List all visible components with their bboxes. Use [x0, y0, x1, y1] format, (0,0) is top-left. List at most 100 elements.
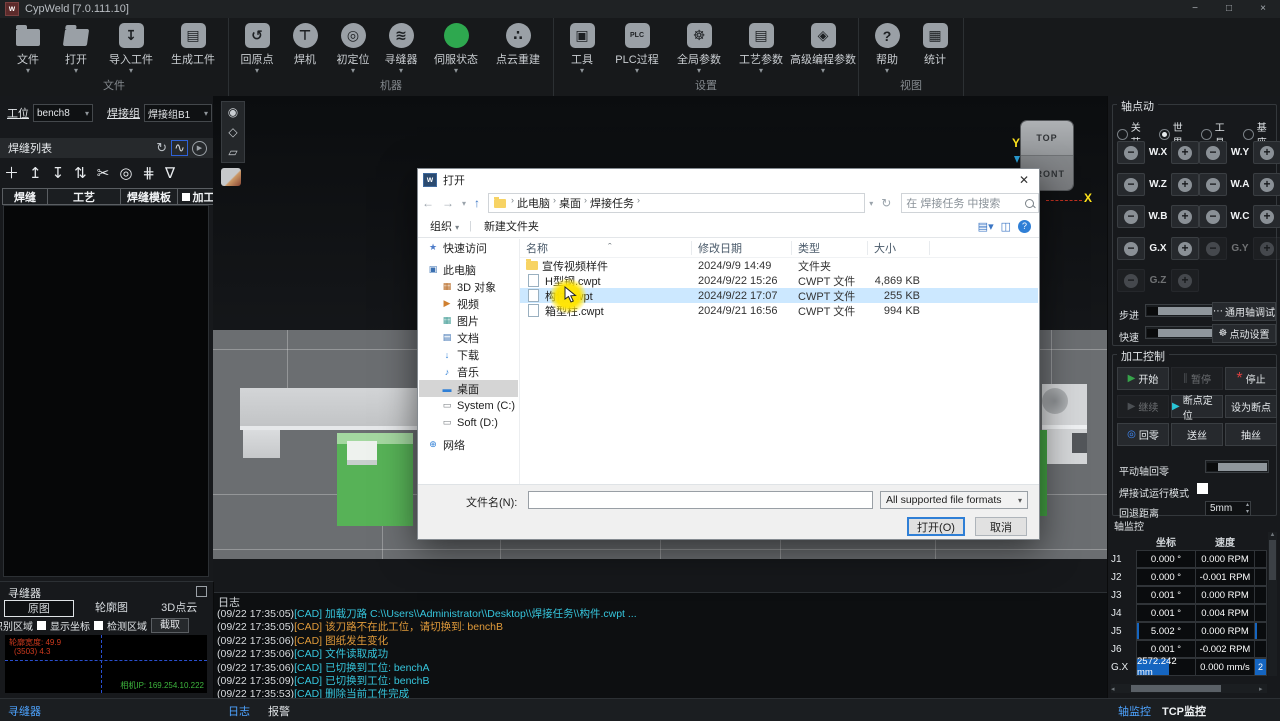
maximize-button[interactable]: □ [1212, 0, 1246, 18]
ribbon-button-process-params[interactable]: ▤工艺参数▾ [732, 23, 790, 74]
refresh-icon[interactable]: ↻ [156, 141, 167, 155]
monitor-horizontal-scrollbar[interactable]: ◂▸ [1111, 684, 1267, 693]
station-select[interactable]: bench8 ▾ [33, 104, 93, 122]
jog-minus-button[interactable]: − [1199, 173, 1227, 196]
workpiece-beam[interactable] [240, 388, 430, 430]
jog-minus-button[interactable]: − [1199, 237, 1227, 260]
sidebar-item-3[interactable]: ▶视频 [419, 295, 518, 312]
expand-icon[interactable] [196, 586, 207, 597]
ribbon-button-toolbox[interactable]: ▣工具▾ [560, 23, 604, 74]
ribbon-button-seam-finder[interactable]: ≋寻缝器▾ [379, 23, 423, 74]
tab-alarm[interactable]: 报警 [268, 703, 290, 719]
control-button-4[interactable]: ▶断点定位 [1171, 395, 1223, 418]
file-row-1[interactable]: H型钢.cwpt2024/9/22 15:26CWPT 文件4,869 KB [520, 273, 1038, 288]
fit-view-icon[interactable]: ◉ [228, 102, 238, 122]
sidebar-item-4[interactable]: ▦图片 [419, 312, 518, 329]
file-column-2[interactable]: 类型 [792, 241, 868, 255]
control-button-6[interactable]: ◎回零 [1117, 423, 1169, 446]
file-column-3[interactable]: 大小 [868, 241, 930, 255]
jog-minus-button[interactable]: − [1117, 173, 1145, 196]
sidebar-item-2[interactable]: ▦3D 对象 [419, 278, 518, 295]
control-button-3[interactable]: ▶继续 [1117, 395, 1169, 418]
back-icon[interactable]: ← [422, 196, 434, 210]
jog-minus-button[interactable]: − [1117, 205, 1145, 228]
process-checkbox[interactable] [182, 193, 190, 201]
control-button-0[interactable]: ▶开始 [1117, 367, 1169, 390]
file-column-1[interactable]: 修改日期 [692, 241, 792, 255]
file-row-3[interactable]: 箱型柱.cwpt2024/9/21 16:56CWPT 文件994 KB [520, 303, 1038, 318]
control-button-2[interactable]: *停止 [1225, 367, 1277, 390]
breadcrumb-item[interactable]: 桌面 [559, 195, 581, 211]
sidebar-item-7[interactable]: ♪音乐 [419, 363, 518, 380]
jog-plus-button[interactable]: + [1253, 141, 1280, 164]
step-slider[interactable] [1145, 304, 1215, 317]
view-cube-top-face[interactable]: TOP [1021, 121, 1073, 156]
jog-minus-button[interactable]: − [1117, 141, 1145, 164]
cancel-button[interactable]: 取消 [975, 517, 1027, 536]
organize-menu[interactable]: 组织 ▾ [430, 218, 459, 234]
close-button[interactable]: × [1246, 0, 1280, 18]
ribbon-button-servo-status[interactable]: 伺服状态▾ [427, 23, 485, 74]
up-icon[interactable]: ↑ [474, 196, 480, 210]
ribbon-button-import-workpiece[interactable]: ↧导入工件▾ [102, 23, 160, 74]
seam-table-body[interactable] [3, 205, 209, 577]
target-icon[interactable]: ◎ [119, 164, 132, 182]
ribbon-button-plc[interactable]: PLCPLC过程▾ [608, 23, 666, 74]
seam-table-column-2[interactable]: 焊缝模板 [120, 188, 178, 205]
seam-table-column-1[interactable]: 工艺 [47, 188, 121, 205]
jog-plus-button[interactable]: + [1171, 237, 1199, 260]
play-circle-icon[interactable]: ▶ [192, 141, 207, 156]
ribbon-button-point-cloud[interactable]: ∴点云重建 [489, 23, 547, 67]
ribbon-button-gear[interactable]: ☸全局参数▾ [670, 23, 728, 74]
filter-icon[interactable]: ∇ [165, 164, 175, 182]
tab-tcp-monitor[interactable]: TCP监控 [1162, 703, 1206, 719]
sidebar-item-11[interactable]: ⊕网络 [419, 436, 518, 453]
monitor-row-G.X[interactable]: G.X2572.242 mm0.000 mm/s2 [1111, 658, 1267, 676]
spinner-arrows-icon[interactable]: ▴▾ [1246, 502, 1249, 516]
monitor-vertical-scrollbar[interactable]: ▲ [1268, 532, 1277, 676]
sidebar-item-5[interactable]: ▤文档 [419, 329, 518, 346]
adjust-icon[interactable]: ⋕ [142, 164, 155, 182]
jog-settings-button[interactable]: ☸点动设置 [1212, 324, 1276, 343]
monitor-row-J1[interactable]: J10.000 °0.000 RPM [1111, 550, 1267, 568]
file-row-2[interactable]: 构件.cwpt2024/9/22 17:07CWPT 文件255 KB [520, 288, 1038, 303]
ribbon-button-welder[interactable]: ⊤焊机 [283, 23, 327, 67]
view-mode-icon[interactable]: ▤▾ [978, 220, 994, 233]
new-folder-button[interactable]: 新建文件夹 [484, 218, 539, 234]
iso-view-icon[interactable]: ◇ [228, 122, 237, 142]
file-row-0[interactable]: 宣传视频样件2024/9/9 14:49文件夹 [520, 258, 1038, 273]
renumber-icon[interactable]: ✂ [97, 164, 110, 182]
breadcrumb-item[interactable]: 焊接任务 [590, 195, 634, 211]
seam-finder-tab-2[interactable]: 3D点云 [145, 600, 213, 617]
jog-plus-button[interactable]: + [1253, 205, 1280, 228]
jog-plus-button[interactable]: + [1171, 173, 1199, 196]
sidebar-item-10[interactable]: ▭Soft (D:) [419, 414, 518, 431]
search-input[interactable]: 在 焊接任务 中搜索 [901, 193, 1039, 213]
ribbon-button-stats[interactable]: ▦统计 [913, 23, 957, 67]
breadcrumb[interactable]: ›此电脑›桌面›焊接任务› [488, 193, 865, 213]
tab-axis-monitor[interactable]: 轴监控 [1118, 703, 1151, 719]
sidebar-item-0[interactable]: ★快速访问 [419, 239, 518, 256]
camera-view[interactable]: 轮廓宽度: 49.9 (3503) 4.3 相机IP: 169.254.10.2… [5, 635, 207, 693]
ribbon-button-generate-workpiece[interactable]: ▤生成工件 [164, 23, 222, 67]
seam-finder-tab-1[interactable]: 轮廓图 [78, 600, 146, 617]
swap-icon[interactable]: ⇅ [74, 164, 87, 182]
help-icon[interactable]: ? [1018, 220, 1031, 233]
jog-plus-button[interactable]: + [1253, 237, 1280, 260]
axis-debug-button[interactable]: ⋯通用轴调试 [1212, 302, 1276, 321]
control-button-7[interactable]: 送丝 [1171, 423, 1223, 446]
add-icon[interactable]: ＋ [4, 162, 19, 183]
tab-seam-finder[interactable]: 寻缝器 [8, 703, 41, 719]
jog-plus-button[interactable]: + [1171, 269, 1199, 292]
move-bottom-icon[interactable]: ↧ [52, 164, 65, 182]
move-top-icon[interactable]: ↥ [29, 164, 42, 182]
ribbon-button-home-origin[interactable]: ↺回原点▾ [235, 23, 279, 74]
clip-plane-icon[interactable]: ▱ [228, 142, 237, 162]
jog-plus-button[interactable]: + [1253, 173, 1280, 196]
seam-table-column-0[interactable]: 焊缝 [2, 188, 48, 205]
jog-minus-button[interactable]: − [1117, 237, 1145, 260]
jog-minus-button[interactable]: − [1199, 141, 1227, 164]
breadcrumb-item[interactable]: 此电脑 [517, 195, 550, 211]
show-coords-checkbox[interactable] [37, 621, 46, 630]
route-icon[interactable]: ∿ [171, 140, 188, 156]
